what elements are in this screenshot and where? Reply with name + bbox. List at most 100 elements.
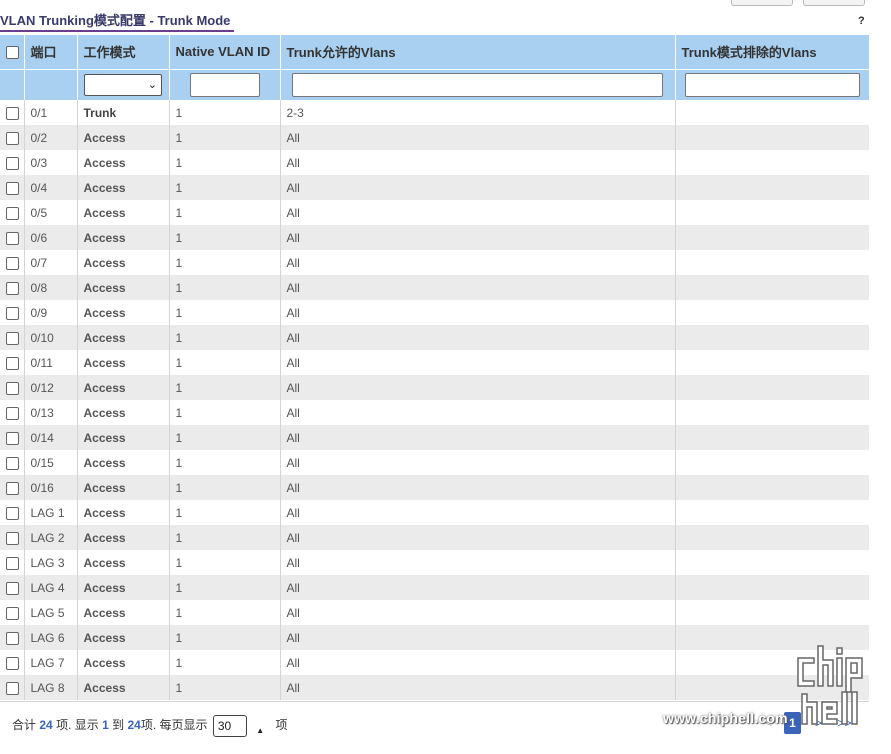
port-cell: 0/8 [24,275,78,300]
table-row[interactable]: 0/10 Access 1 All [0,325,869,350]
mode-cell: Access [77,175,170,200]
total-count: 24 [39,718,53,733]
table-row[interactable]: 0/2 Access 1 All [0,125,869,150]
port-cell: 0/1 [24,100,78,125]
row-checkbox[interactable] [6,556,19,570]
per-page-input[interactable]: 30 [212,715,247,737]
row-checkbox[interactable] [6,381,19,395]
table-row[interactable]: 0/3 Access 1 All [0,150,869,175]
top-action-button-2[interactable] [803,0,865,6]
row-checkbox[interactable] [6,656,19,670]
row-checkbox[interactable] [6,206,19,220]
row-checkbox[interactable] [6,306,19,320]
table-row[interactable]: 0/9 Access 1 All [0,300,869,325]
filter-cell-excluded-vlans [675,69,869,100]
mode-cell: Access [77,350,170,375]
top-bar: VLAN Trunking模式配置 - Trunk Mode ? [0,0,891,34]
mode-cell: Access [77,150,170,175]
table-row[interactable]: 0/6 Access 1 All [0,225,869,250]
native-vlan-cell: 1 [169,275,281,300]
row-checkbox[interactable] [6,356,19,370]
row-select-cell [0,275,25,300]
row-checkbox[interactable] [6,131,19,145]
allowed-vlans-cell: All [280,525,676,550]
table-row[interactable]: LAG 4 Access 1 All [0,575,869,600]
table-row[interactable]: 0/11 Access 1 All [0,350,869,375]
select-all-checkbox[interactable] [6,46,19,60]
row-select-cell [0,550,25,575]
row-select-cell [0,575,25,600]
port-cell: 0/9 [24,300,78,325]
mode-cell: Access [77,225,170,250]
row-checkbox[interactable] [6,581,19,595]
mode-cell: Access [77,250,170,275]
table-row[interactable]: 0/15 Access 1 All [0,450,869,475]
table-row[interactable]: LAG 7 Access 1 All [0,650,869,675]
mode-cell: Access [77,475,170,500]
top-action-button-1[interactable] [731,0,793,6]
column-header-excluded-vlans[interactable]: Trunk模式排除的Vlans [675,35,869,70]
filter-row: ⌄ [0,69,869,100]
table-row[interactable]: 0/1 Trunk 1 2-3 [0,100,869,125]
row-select-cell [0,100,25,125]
table-row[interactable]: 0/14 Access 1 All [0,425,869,450]
row-checkbox[interactable] [6,281,19,295]
native-vlan-filter-input[interactable] [189,72,260,97]
row-checkbox[interactable] [6,181,19,195]
mode-cell: Access [77,550,170,575]
watermark-logo [797,645,863,725]
row-checkbox[interactable] [6,681,19,695]
row-checkbox[interactable] [6,631,19,645]
table-row[interactable]: 0/7 Access 1 All [0,250,869,275]
table-row[interactable]: 0/13 Access 1 All [0,400,869,425]
pagination-info: 合计 24 项. 显示 1 到 24项. 每页显示 30 ▲ 项 [12,715,287,737]
caret-up-icon[interactable]: ▲ [256,726,264,735]
mode-cell: Access [77,125,170,150]
row-checkbox[interactable] [6,606,19,620]
port-cell: 0/13 [24,400,78,425]
row-checkbox[interactable] [6,431,19,445]
mode-filter-select[interactable]: ⌄ [84,73,162,96]
row-checkbox[interactable] [6,231,19,245]
table-row[interactable]: LAG 3 Access 1 All [0,550,869,575]
allowed-vlans-filter-input[interactable] [292,72,663,97]
excluded-vlans-cell [675,175,869,200]
row-select-cell [0,150,25,175]
filter-cell-mode: ⌄ [77,69,170,100]
table-row[interactable]: LAG 5 Access 1 All [0,600,869,625]
row-checkbox[interactable] [6,531,19,545]
table-row[interactable]: LAG 6 Access 1 All [0,625,869,650]
column-header-mode[interactable]: 工作模式 [77,35,170,70]
row-checkbox[interactable] [6,506,19,520]
native-vlan-cell: 1 [169,250,281,275]
table-row[interactable]: 0/16 Access 1 All [0,475,869,500]
mode-cell: Access [77,375,170,400]
table-row[interactable]: LAG 8 Access 1 All [0,675,869,700]
table-row[interactable]: 0/5 Access 1 All [0,200,869,225]
row-checkbox[interactable] [6,331,19,345]
row-checkbox[interactable] [6,406,19,420]
table-row[interactable]: LAG 2 Access 1 All [0,525,869,550]
column-header-native-vlan[interactable]: Native VLAN ID [169,35,281,70]
port-cell: 0/14 [24,425,78,450]
excluded-vlans-filter-input[interactable] [684,72,860,97]
excluded-vlans-cell [675,450,869,475]
table-row[interactable]: LAG 1 Access 1 All [0,500,869,525]
row-select-cell [0,375,25,400]
row-checkbox[interactable] [6,156,19,170]
row-select-cell [0,675,25,700]
row-checkbox[interactable] [6,106,19,120]
column-header-allowed-vlans[interactable]: Trunk允许的Vlans [280,35,676,70]
allowed-vlans-cell: All [280,650,676,675]
row-checkbox[interactable] [6,256,19,270]
table-row[interactable]: 0/8 Access 1 All [0,275,869,300]
table-row[interactable]: 0/4 Access 1 All [0,175,869,200]
row-checkbox[interactable] [6,481,19,495]
allowed-vlans-cell: All [280,550,676,575]
column-header-port[interactable]: 端口 [24,35,78,70]
row-select-cell [0,125,25,150]
help-icon[interactable]: ? [858,15,865,27]
row-checkbox[interactable] [6,456,19,470]
port-cell: LAG 7 [24,650,78,675]
table-row[interactable]: 0/12 Access 1 All [0,375,869,400]
